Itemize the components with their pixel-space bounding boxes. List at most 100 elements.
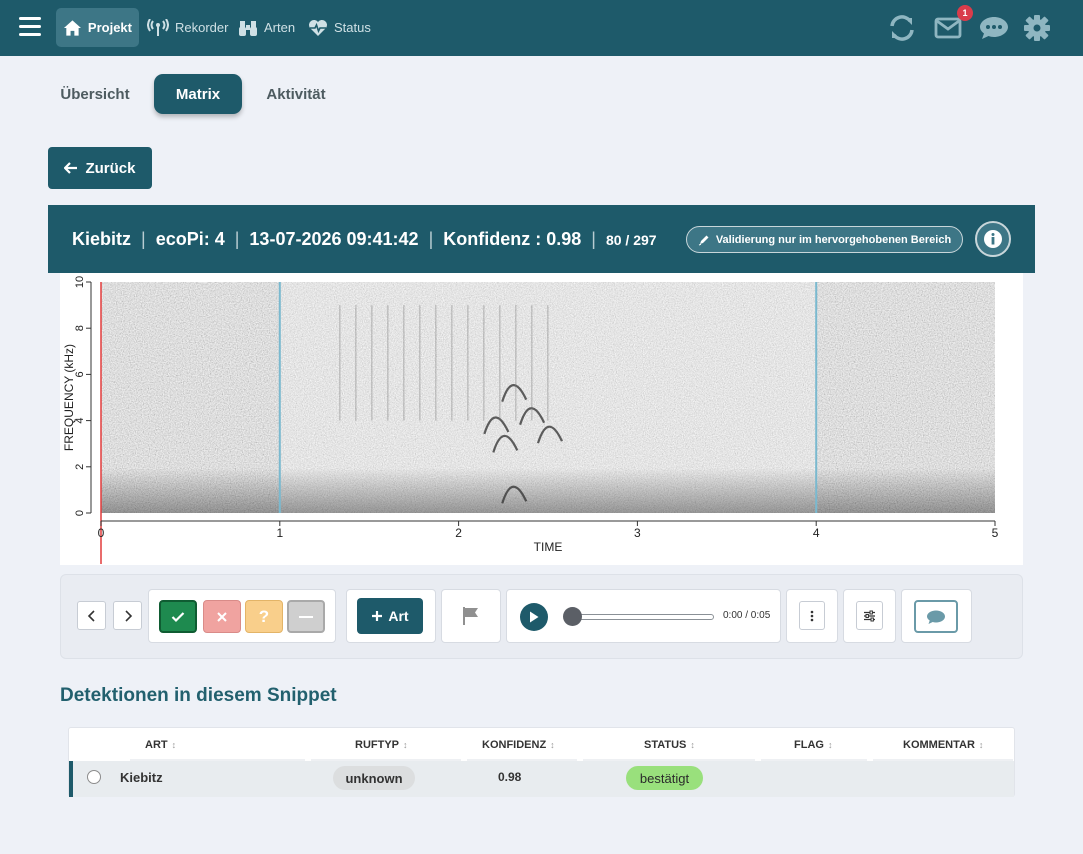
spectrogram-plot (100, 282, 995, 564)
playback-time: 0:00 / 0:05 (723, 610, 771, 621)
sliders-icon (864, 610, 875, 621)
unsure-button[interactable]: ? (245, 600, 283, 633)
validate-highlighted-button[interactable]: Validierung nur im hervorgehobenen Berei… (686, 226, 963, 253)
gear-icon[interactable] (1022, 13, 1052, 43)
chevron-right-icon (124, 609, 132, 622)
y-tick-label: 0 (74, 510, 86, 516)
y-tick-label: 8 (74, 325, 86, 331)
sync-icon[interactable] (887, 13, 917, 43)
header-separator: | (591, 229, 596, 249)
flag-icon (463, 607, 478, 625)
column-header-konfidenz-label: KONFIDENZ (482, 739, 547, 751)
nav-rekorder-label: Rekorder (175, 20, 229, 35)
x-tick-label: 0 (98, 526, 105, 540)
nav-status[interactable]: Status (301, 8, 378, 47)
tab-aktivitaet[interactable]: Aktivität (256, 74, 336, 114)
flag-group (441, 589, 501, 643)
x-tick-label: 4 (813, 526, 820, 540)
row-ruftyp-badge: unknown (333, 766, 415, 790)
audio-player: 0:00 / 0:05 (506, 589, 781, 643)
y-axis-label: FREQUENCY (kHz) (62, 344, 76, 451)
question-icon: ? (258, 606, 270, 626)
header-datetime: 13-07-2026 09:41:42 (249, 229, 419, 249)
spectrogram-panel[interactable]: 0 2 4 6 8 10 0 1 2 3 4 5 TIME FREQUENCY (kHz) (60, 273, 1023, 565)
header-separator: | (428, 229, 434, 249)
nav-projekt[interactable]: Projekt (56, 8, 139, 47)
validation-button-group: ? (148, 589, 336, 643)
chevron-left-icon (87, 609, 95, 622)
sort-icon: ↕ (171, 740, 177, 750)
detection-header: Kiebitz | ecoPi: 4 | 13-07-2026 09:41:42… (48, 205, 1035, 273)
settings-group (843, 589, 896, 643)
tab-uebersicht[interactable]: Übersicht (50, 74, 140, 114)
chat-icon[interactable] (979, 13, 1009, 43)
add-art-group: Art (346, 589, 436, 643)
column-header-konfidenz[interactable]: KONFIDENZ ↕ (482, 739, 555, 751)
back-button[interactable]: Zurück (48, 147, 152, 189)
arrow-left-icon (64, 162, 78, 174)
detections-title: Detektionen in diesem Snippet (60, 685, 337, 706)
confirm-button[interactable] (159, 600, 197, 633)
playback-slider[interactable] (572, 614, 714, 620)
reject-button[interactable] (203, 600, 241, 633)
add-art-button[interactable]: Art (357, 598, 423, 634)
play-icon (530, 611, 539, 623)
info-icon (984, 230, 1002, 248)
comment-button[interactable] (914, 600, 958, 633)
nav-rekorder[interactable]: Rekorder (140, 8, 235, 47)
sort-icon: ↕ (550, 740, 555, 750)
sort-icon: ↕ (827, 740, 833, 750)
sort-icon: ↕ (978, 740, 984, 750)
pen-icon (698, 235, 709, 245)
header-species: Kiebitz (72, 229, 132, 249)
header-confidence: Konfidenz : 0.98 (443, 229, 582, 249)
column-header-ruftyp-label: RUFTYP (355, 739, 399, 751)
validate-highlighted-label: Validierung nur im hervorgehobenen Berei… (715, 233, 952, 246)
minus-icon (299, 615, 313, 618)
more-vertical-icon (810, 610, 814, 621)
sort-icon: ↕ (690, 740, 695, 750)
x-axis-label: TIME (534, 540, 563, 554)
header-position: 80 / 297 (605, 232, 657, 248)
nav-projekt-label: Projekt (87, 20, 132, 35)
tab-matrix[interactable]: Matrix (154, 74, 242, 114)
y-tick-label: 2 (74, 464, 86, 470)
x-tick-label: 5 (992, 526, 999, 540)
x-tick-label: 3 (634, 526, 641, 540)
x-tick-label: 1 (276, 526, 283, 540)
antenna-icon (147, 18, 169, 36)
validation-toolbar: ? Art 0:00 / 0:05 (60, 574, 1023, 659)
nav-status-label: Status (334, 20, 371, 35)
table-row[interactable]: Kiebitz unknown 0.98 bestätigt (69, 761, 1014, 797)
flag-button[interactable] (442, 590, 500, 642)
plus-icon (372, 611, 383, 621)
row-status-badge: bestätigt (626, 766, 703, 790)
check-icon (171, 611, 185, 622)
play-button[interactable] (520, 603, 548, 631)
playback-slider-handle[interactable] (563, 607, 582, 626)
menu-icon[interactable] (19, 17, 41, 37)
column-header-flag[interactable]: FLAG ↕ (794, 739, 832, 751)
column-header-ruftyp[interactable]: RUFTYP ↕ (355, 739, 408, 751)
column-header-kommentar-label: KOMMENTAR (903, 739, 975, 751)
nav-arten[interactable]: Arten (231, 8, 302, 47)
next-button[interactable] (113, 601, 142, 630)
column-header-status[interactable]: STATUS ↕ (644, 739, 695, 751)
column-header-art[interactable]: ART ↕ (145, 739, 176, 751)
column-header-status-label: STATUS (644, 739, 687, 751)
more-options-button[interactable] (799, 601, 825, 630)
mail-badge: 1 (957, 5, 973, 21)
binoculars-icon (239, 20, 257, 36)
info-button[interactable] (975, 221, 1011, 257)
header-separator: | (141, 229, 146, 249)
spectrogram-chart[interactable]: 02468100 1 2 3 4 5TIMEFREQUENCY (kHz) (60, 273, 1023, 565)
previous-button[interactable] (77, 601, 106, 630)
row-select-radio[interactable] (87, 770, 101, 784)
spectrogram-settings-button[interactable] (856, 601, 883, 630)
neutral-button[interactable] (287, 600, 325, 633)
back-button-label: Zurück (85, 159, 136, 177)
add-art-label: Art (388, 608, 409, 624)
column-header-kommentar[interactable]: KOMMENTAR ↕ (903, 739, 983, 751)
home-icon (63, 19, 81, 36)
more-group (786, 589, 838, 643)
